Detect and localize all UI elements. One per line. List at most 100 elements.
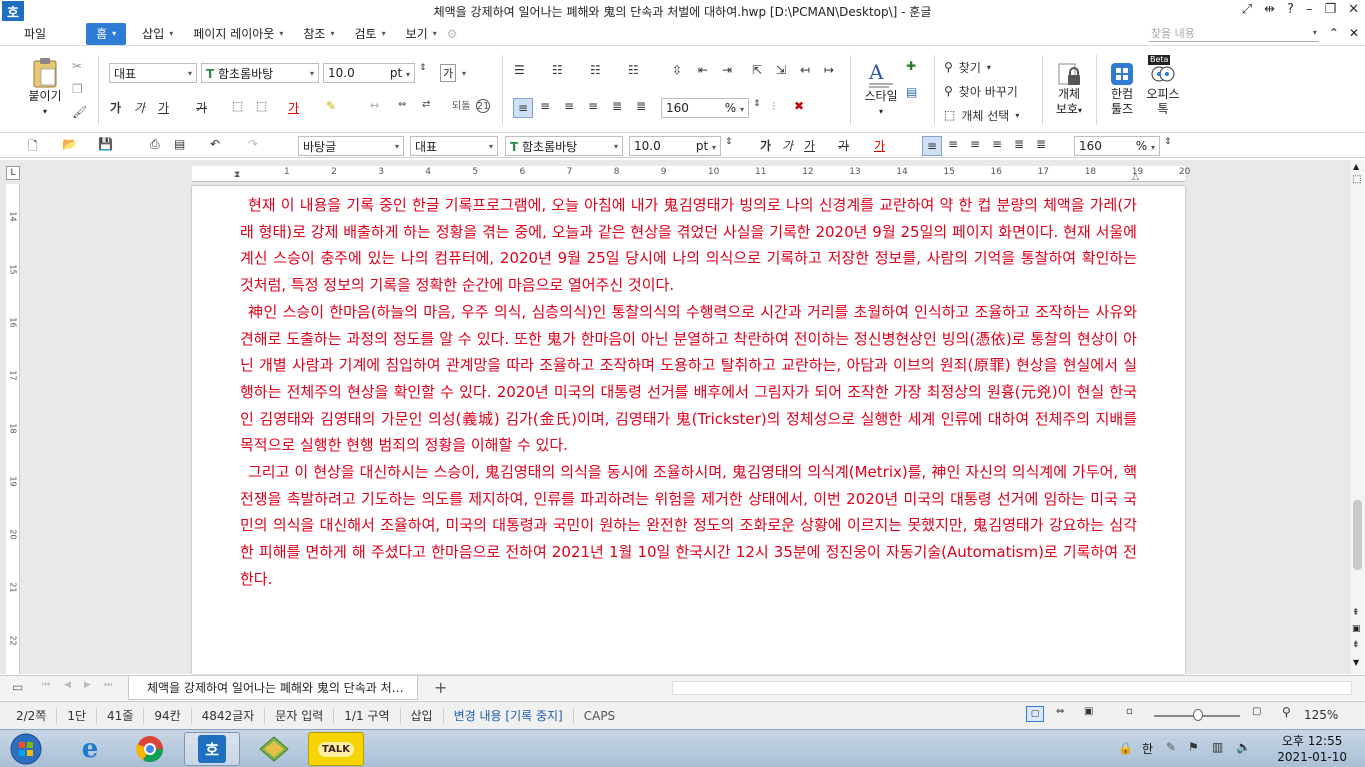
para-first-icon[interactable]: ⇱: [752, 63, 762, 77]
paragraph[interactable]: 神인 스승이 한마음(하늘의 마음, 우주 의식, 심층의식)인 통찰의식의 수…: [240, 299, 1137, 459]
collapse-ribbon-icon[interactable]: ⌃: [1329, 26, 1339, 40]
paragraph[interactable]: 현재 이 내용을 기록 중인 한글 기록프로그램에, 오늘 아침에 내가 鬼김영…: [240, 192, 1137, 299]
size-spinner[interactable]: ⇕: [419, 63, 427, 73]
restore-icon[interactable]: ❐: [1324, 2, 1336, 17]
font-size-combo[interactable]: 10.0 pt ▾: [323, 63, 415, 83]
flag-tray-icon[interactable]: ⚑: [1188, 740, 1199, 754]
page-down-icon[interactable]: ⇟: [1352, 640, 1360, 650]
zoom-slider-thumb[interactable]: [1193, 709, 1203, 721]
paragraph[interactable]: 그리고 이 현상을 대신하시는 스승이, 鬼김영태의 의식을 동시에 조율하시며…: [240, 459, 1137, 593]
line-spacing-combo[interactable]: 160% ▾: [661, 98, 749, 118]
tab-document[interactable]: 체액을 강제하여 일어나는 폐해와 鬼의 단속과 처…: [128, 676, 418, 700]
align-distribute-icon-2[interactable]: ≣: [1014, 137, 1024, 151]
volume-tray-icon[interactable]: 🔈: [1236, 740, 1251, 754]
status-zoom[interactable]: 125%: [1304, 708, 1338, 722]
line-spacing-combo-2[interactable]: 160% ▾: [1074, 136, 1160, 156]
align-center-icon-2[interactable]: ≡: [970, 137, 980, 151]
tab-last-icon[interactable]: ⏭: [104, 680, 112, 690]
page-view-icon[interactable]: ▣: [1352, 624, 1361, 634]
font-combo-2[interactable]: T 함초롬바탕 ▾: [505, 136, 623, 156]
fullscreen-icon[interactable]: ⤢: [1242, 2, 1252, 17]
taskbar-kakaotalk[interactable]: TALK: [308, 732, 364, 766]
style-combo-2[interactable]: 대표 ▾: [410, 136, 498, 156]
find-button[interactable]: ⚲ 찾기 ▾: [944, 57, 991, 77]
select-object-button[interactable]: ⬚ 개체 선택 ▾: [944, 105, 1019, 125]
bullet-list-icon[interactable]: ☰: [514, 63, 525, 77]
circled-char-button[interactable]: 21: [476, 99, 490, 113]
char-shape-combo[interactable]: 가 ▾: [436, 63, 470, 83]
font-color-button[interactable]: 가: [288, 99, 299, 116]
status-track-changes[interactable]: 변경 내용 [기록 중지]: [444, 707, 574, 724]
align-right-icon[interactable]: ≡: [588, 99, 598, 113]
align-split-icon[interactable]: ≣: [636, 99, 646, 113]
new-doc-icon[interactable]: 🗋: [28, 137, 38, 158]
italic-button[interactable]: 가: [134, 99, 145, 116]
status-page[interactable]: 2/2쪽: [0, 707, 58, 724]
undo-icon[interactable]: ↶: [210, 137, 220, 151]
menu-home[interactable]: 홈 ▾: [86, 22, 127, 45]
font-size-combo-2[interactable]: 10.0 pt ▾: [629, 136, 721, 156]
search-input[interactable]: 찾을 내용 ▾: [1148, 24, 1319, 42]
redo-icon[interactable]: ↷: [248, 137, 258, 151]
style-picker-icon[interactable]: ▤: [906, 85, 917, 99]
align-justify-button-2[interactable]: ≡: [922, 136, 942, 156]
indent-decrease-icon[interactable]: ⇤: [698, 63, 708, 77]
para-hang-icon[interactable]: ⇲: [776, 63, 786, 77]
font-color-button-2[interactable]: 가: [874, 137, 885, 154]
para-right-margin-icon[interactable]: ↦: [824, 63, 834, 77]
vertical-scrollbar[interactable]: ▲ ⬚ ⇞ ▣ ⇟ ▼: [1349, 160, 1365, 674]
minimize-icon[interactable]: –: [1306, 2, 1313, 17]
status-insert[interactable]: 삽입: [401, 707, 444, 724]
bold-button[interactable]: 가: [110, 99, 121, 116]
taskbar-folder[interactable]: [246, 732, 302, 766]
split-view-icon[interactable]: ⬚: [1352, 174, 1361, 185]
tab-prev-icon[interactable]: ◀: [64, 680, 71, 690]
underline-button[interactable]: 가: [158, 99, 169, 116]
indent-marker-icon[interactable]: ⧗: [234, 170, 240, 180]
document-page[interactable]: 현재 이 내용을 기록 중인 한글 기록프로그램에, 오늘 아침에 내가 鬼김영…: [192, 186, 1185, 674]
style-combo[interactable]: 대표 ▾: [109, 63, 197, 83]
shadow-icon[interactable]: ⬚: [256, 99, 267, 113]
taskbar-clock[interactable]: 오후 12:55 2021-01-10: [1277, 733, 1347, 765]
right-margin-marker-icon[interactable]: △: [1132, 172, 1139, 182]
strike-button[interactable]: 가: [196, 99, 207, 116]
taskbar-hwp[interactable]: 호: [184, 732, 240, 766]
line-spacing-spinner-2[interactable]: ⇕: [1164, 137, 1172, 147]
scroll-thumb[interactable]: [1353, 500, 1362, 570]
style-button[interactable]: A 스타일 ▾: [860, 59, 902, 119]
save-icon[interactable]: 💾: [98, 137, 113, 151]
paste-button[interactable]: 붙이기 ▾: [24, 57, 66, 119]
align-right-icon-2[interactable]: ≡: [992, 137, 1002, 151]
italic-button-2[interactable]: 가: [782, 137, 793, 154]
zoom-out-icon[interactable]: ▫: [1126, 706, 1133, 717]
help-icon[interactable]: ?: [1287, 2, 1294, 17]
format-painter-icon[interactable]: 🖌: [72, 105, 87, 119]
para-left-margin-icon[interactable]: ↤: [800, 63, 810, 77]
pin-icon[interactable]: ⇹: [1264, 2, 1275, 17]
menu-review[interactable]: 검토 ▾: [345, 23, 396, 45]
lock-tray-icon[interactable]: 🔒: [1118, 741, 1133, 755]
print-icon[interactable]: ⎙: [150, 137, 160, 152]
char-reset-button[interactable]: 되돌: [452, 97, 470, 112]
taskbar-chrome[interactable]: [122, 732, 178, 766]
menu-reference[interactable]: 참조 ▾: [293, 23, 344, 45]
font-combo[interactable]: T 함초롬바탕 ▾: [201, 63, 319, 83]
view-width-icon[interactable]: ⇔: [1056, 706, 1064, 717]
scroll-down-icon[interactable]: ▼: [1353, 658, 1359, 667]
char-width-icon[interactable]: ⇔: [398, 99, 406, 110]
close-icon[interactable]: ✕: [1348, 2, 1359, 17]
scroll-up-icon[interactable]: ▲: [1353, 162, 1359, 171]
highlight-icon[interactable]: ✎: [326, 99, 336, 113]
open-icon[interactable]: 📂: [62, 137, 77, 151]
bold-button-2[interactable]: 가: [760, 137, 771, 154]
numbered-list-icon[interactable]: ☷: [552, 63, 563, 77]
line-spacing-spinner[interactable]: ⇕: [753, 99, 761, 109]
align-justify-button[interactable]: ≡: [513, 98, 533, 118]
protect-object-button[interactable]: 개체 보호▾: [1050, 61, 1088, 118]
size-spinner-2[interactable]: ⇕: [725, 137, 733, 147]
align-left-icon-2[interactable]: ≡: [948, 137, 958, 151]
horizontal-scrollbar[interactable]: [672, 681, 1352, 695]
char-spacing-icon[interactable]: ↔: [370, 99, 379, 112]
hancom-tools-button[interactable]: 한컴 툴즈: [1104, 61, 1140, 117]
align-center-icon[interactable]: ≡: [564, 99, 574, 113]
